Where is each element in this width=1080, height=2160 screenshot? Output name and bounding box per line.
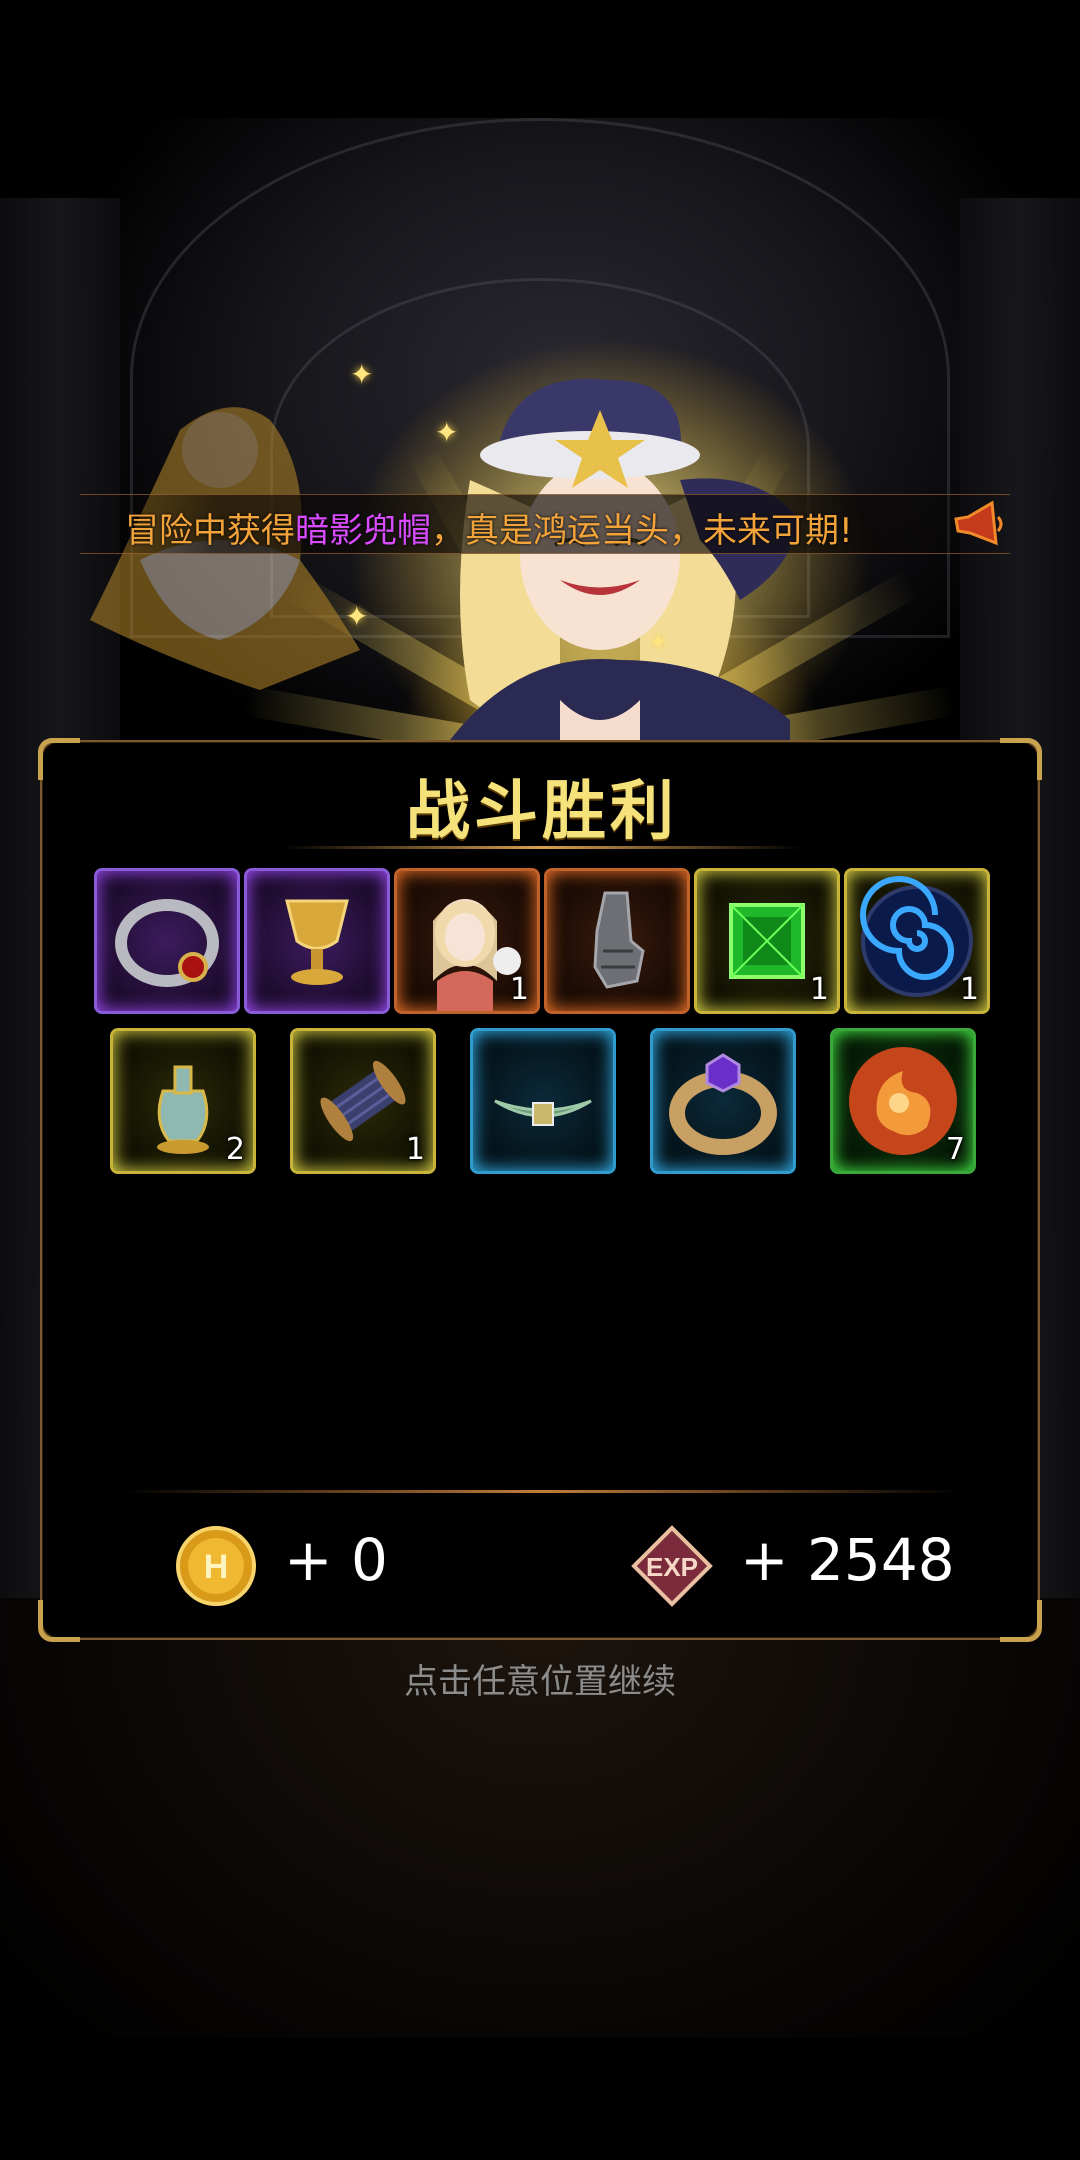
sparkle-icon: ✦ [435, 416, 459, 449]
exp-reward: EXP + 2548 [630, 1514, 990, 1614]
panel-corner-ornament [38, 1600, 80, 1642]
reward-slot[interactable] [94, 868, 240, 1014]
svg-text:EXP: EXP [646, 1552, 698, 1582]
reward-slot[interactable] [244, 868, 390, 1014]
victory-title: 战斗胜利 [406, 775, 678, 849]
item-count: 7 [945, 1132, 965, 1167]
reward-slot[interactable]: 1 [844, 868, 990, 1014]
sparkle-icon: ✦ [650, 630, 667, 654]
megaphone-icon[interactable] [950, 499, 1006, 549]
silver-ring-icon [115, 899, 219, 987]
steel-gauntlet-icon [593, 891, 645, 989]
panel-corner-ornament [1000, 1600, 1042, 1642]
sparkle-icon: ✦ [345, 600, 369, 633]
announcement-text: 冒险中获得暗影兜帽，真是鸿运当头，未来可期! [125, 511, 853, 551]
item-count: 1 [509, 972, 529, 1007]
amethyst-ring-icon [669, 1053, 777, 1155]
item-count: 1 [405, 1132, 425, 1167]
item-count: 1 [809, 972, 829, 1007]
rewards-divider [122, 1490, 962, 1493]
announcement-item-name: 暗影兜帽 [295, 511, 431, 551]
announcement-banner: 冒险中获得暗影兜帽，真是鸿运当头，未来可期! [80, 494, 1010, 554]
tap-to-continue-hint[interactable]: 点击任意位置继续 [0, 1654, 1080, 1703]
item-count: 1 [959, 972, 979, 1007]
reward-slot[interactable]: 7 [830, 1028, 976, 1174]
gold-coin-icon: H [176, 1526, 256, 1606]
svg-text:H: H [204, 1548, 229, 1586]
exp-value: + 2548 [740, 1526, 955, 1594]
sparkle-icon: ✦ [350, 358, 374, 391]
reward-slot[interactable]: 1 [694, 868, 840, 1014]
reward-slot[interactable] [470, 1028, 616, 1174]
reward-slot[interactable] [544, 868, 690, 1014]
gold-reward: H + 0 [174, 1514, 474, 1614]
exp-badge-icon: EXP [631, 1525, 713, 1607]
battle-result-panel: 战斗胜利 1 1 1 2 1 7 H + 0 EXP + 2548 [38, 738, 1042, 1642]
gold-value: + 0 [284, 1526, 388, 1594]
reward-slot[interactable]: 1 [290, 1028, 436, 1174]
jade-collar-icon [494, 1099, 592, 1126]
reward-slot[interactable]: 1 [394, 868, 540, 1014]
reward-slot[interactable] [650, 1028, 796, 1174]
item-count: 2 [225, 1132, 245, 1167]
reward-slot[interactable]: 2 [110, 1028, 256, 1174]
golden-chalice-icon [285, 899, 349, 985]
title-divider [282, 846, 802, 849]
